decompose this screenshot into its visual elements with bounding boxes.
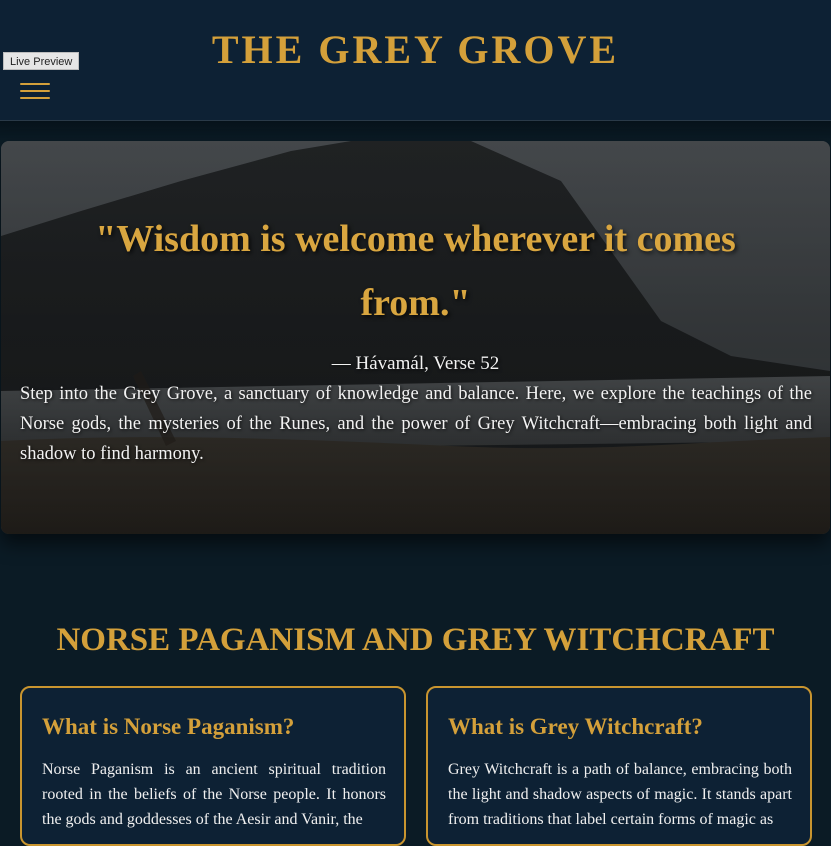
mountain-coast-image (1, 141, 830, 534)
card-text: Norse Paganism is an ancient spiritual t… (42, 761, 386, 828)
menu-bar (20, 97, 50, 99)
hero-quote: "Wisdom is welcome wherever it comes fro… (95, 218, 736, 324)
live-preview-badge[interactable]: Live Preview (3, 52, 80, 70)
site-title[interactable]: THE GREY GROVE (0, 28, 831, 72)
menu-bar (20, 83, 50, 85)
card-norse-paganism: What is Norse Paganism? Norse Paganism i… (20, 686, 406, 846)
card-title: What is Grey Witchcraft? (448, 714, 703, 739)
site-header: THE GREY GROVE Live Preview (0, 0, 831, 121)
menu-bar (20, 90, 50, 92)
hero-banner: "Wisdom is welcome wherever it comes fro… (1, 141, 830, 534)
quote-citation: — Hávamál, Verse 52 (331, 353, 500, 374)
card-text: Grey Witchcraft is a path of balance, em… (448, 761, 792, 828)
card-title: What is Norse Paganism? (42, 714, 295, 739)
card-grey-witchcraft: What is Grey Witchcraft? Grey Witchcraft… (426, 686, 812, 846)
hamburger-menu-icon[interactable] (20, 82, 50, 102)
section-title: NORSE PAGANISM AND GREY WITCHCRAFT (56, 622, 775, 658)
hero-intro-text: Step into the Grey Grove, a sanctuary of… (20, 384, 812, 464)
header-shadow (0, 121, 831, 141)
